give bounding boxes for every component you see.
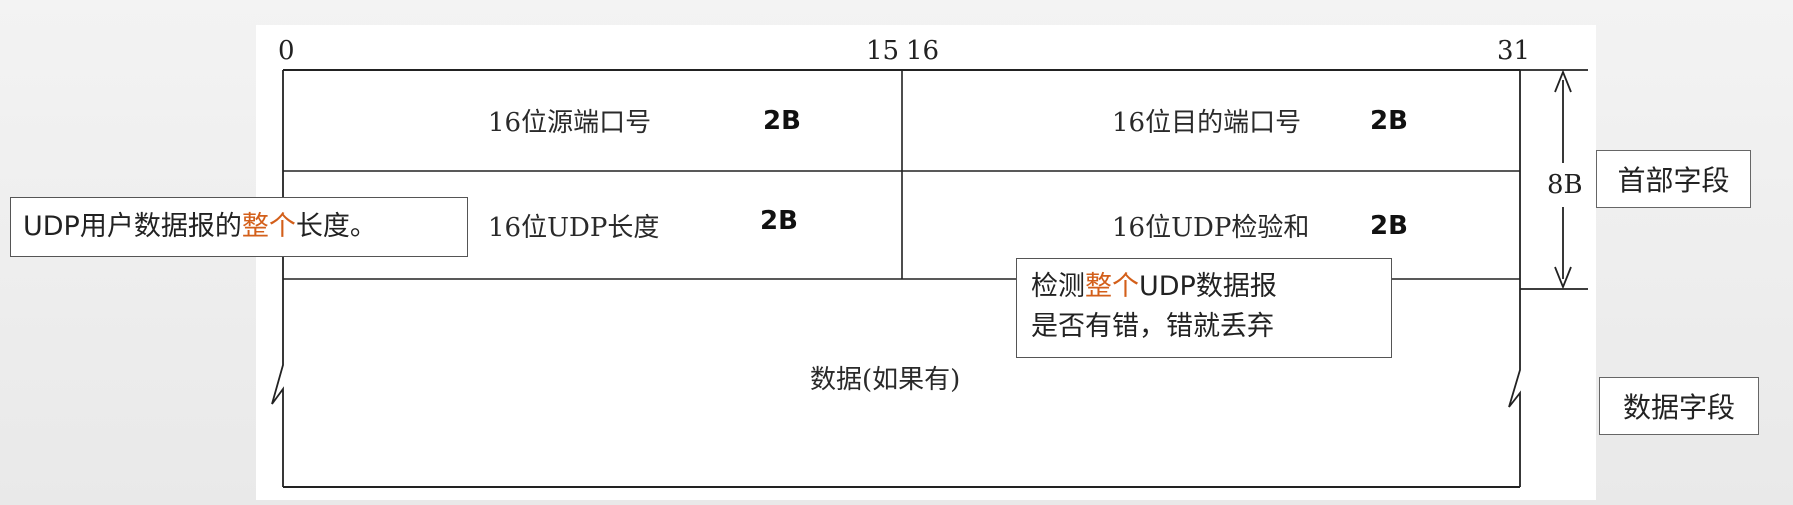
- bit-label-31: 31: [1497, 36, 1531, 66]
- udp-checksum-size: 2B: [1370, 211, 1408, 241]
- bit-label-16: 16: [906, 36, 940, 66]
- data-field-label: 数据(如果有): [810, 365, 961, 395]
- udp-checksum-field: 16位UDP检验和: [1112, 213, 1310, 243]
- header-fields-label: 首部字段: [1596, 150, 1751, 208]
- checksum-callout-prefix: 检测: [1031, 271, 1085, 302]
- destination-port-size: 2B: [1370, 106, 1408, 136]
- checksum-callout-line-2: 是否有错，错就丢弃: [1031, 311, 1274, 342]
- frame-left-border: [271, 70, 284, 487]
- length-callout-highlight: 整个: [241, 211, 296, 242]
- source-port-field: 16位源端口号: [488, 108, 652, 138]
- udp-length-field: 16位UDP长度: [488, 213, 660, 243]
- source-port-size: 2B: [763, 106, 801, 136]
- udp-length-size: 2B: [760, 206, 798, 236]
- length-callout-prefix: UDP用户数据报的: [23, 211, 242, 242]
- checksum-callout-highlight: 整个: [1085, 271, 1139, 302]
- header-total-size: 8B: [1545, 170, 1585, 200]
- data-fields-label: 数据字段: [1599, 377, 1759, 435]
- destination-port-field: 16位目的端口号: [1112, 108, 1302, 138]
- checksum-callout: 检测整个UDP数据报 是否有错，错就丢弃: [1016, 258, 1392, 358]
- length-callout-suffix: 长度。: [295, 211, 377, 242]
- checksum-callout-suffix: UDP数据报: [1139, 271, 1277, 302]
- checksum-callout-line-1: 检测整个UDP数据报: [1031, 267, 1391, 307]
- length-callout: UDP用户数据报的整个长度。: [10, 197, 468, 257]
- bit-label-0: 0: [278, 36, 295, 66]
- bit-label-15: 15: [866, 36, 900, 66]
